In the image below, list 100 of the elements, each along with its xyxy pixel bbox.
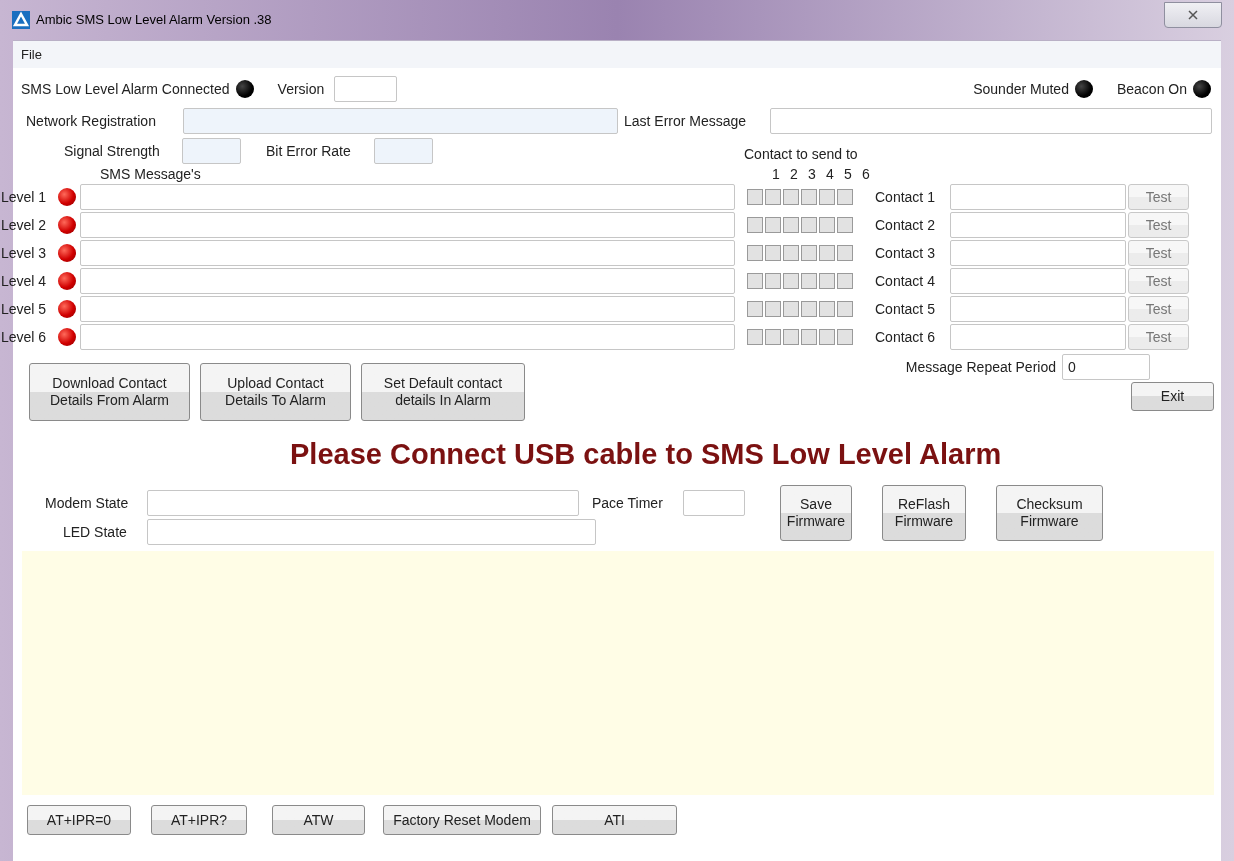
checkbox[interactable]: [819, 273, 835, 289]
level-label: Level 6: [1, 327, 48, 347]
test-button[interactable]: Test: [1128, 324, 1189, 350]
checkbox[interactable]: [747, 329, 763, 345]
checkbox[interactable]: [747, 189, 763, 205]
checkbox[interactable]: [837, 273, 853, 289]
checkbox[interactable]: [819, 301, 835, 317]
checkbox[interactable]: [801, 329, 817, 345]
bit-error-rate-field[interactable]: [374, 138, 433, 164]
checkbox[interactable]: [837, 245, 853, 261]
column-number: 4: [825, 164, 835, 184]
checkbox[interactable]: [783, 273, 799, 289]
modem-command-button[interactable]: AT+IPR?: [151, 805, 247, 835]
contact-field[interactable]: [950, 296, 1126, 322]
checkbox[interactable]: [765, 245, 781, 261]
menu-item[interactable]: File: [17, 44, 46, 65]
checkbox[interactable]: [819, 329, 835, 345]
checkbox[interactable]: [837, 189, 853, 205]
contact-field[interactable]: [950, 268, 1126, 294]
message-field[interactable]: [80, 240, 735, 266]
checkbox[interactable]: [783, 189, 799, 205]
test-button[interactable]: Test: [1128, 240, 1189, 266]
version-field[interactable]: [334, 76, 398, 102]
checkbox[interactable]: [801, 217, 817, 233]
level-label: Level 2: [1, 215, 48, 235]
checkbox[interactable]: [819, 217, 835, 233]
status-label: SMS Low Level Alarm Connected: [21, 79, 230, 99]
exit-button[interactable]: Exit: [1131, 382, 1214, 411]
status-label: Beacon On: [1116, 79, 1187, 99]
status-label: Sounder Muted: [973, 79, 1069, 99]
firmware-button[interactable]: ReFlash Firmware: [882, 485, 966, 541]
field-label: Pace Timer: [592, 493, 664, 513]
contact-label: Contact 6: [875, 327, 936, 347]
firmware-button[interactable]: Save Firmware: [780, 485, 852, 541]
checkbox[interactable]: [801, 273, 817, 289]
checkbox[interactable]: [747, 273, 763, 289]
signal-strength-field[interactable]: [182, 138, 241, 164]
level-label: Level 4: [1, 271, 48, 291]
contact-label: Contact 3: [875, 243, 936, 263]
contact-field[interactable]: [950, 324, 1126, 350]
contact-action-button[interactable]: Download Contact Details From Alarm: [29, 363, 190, 421]
test-button[interactable]: Test: [1128, 296, 1189, 322]
close-icon: [1188, 10, 1198, 20]
modem-command-button[interactable]: ATW: [272, 805, 365, 835]
contact-field[interactable]: [950, 184, 1126, 210]
checkbox[interactable]: [747, 217, 763, 233]
checkbox[interactable]: [747, 301, 763, 317]
message-field[interactable]: [80, 296, 735, 322]
field-label: Signal Strength: [64, 141, 161, 161]
checkbox[interactable]: [765, 301, 781, 317]
checkbox[interactable]: [837, 329, 853, 345]
checkbox[interactable]: [801, 245, 817, 261]
section-heading: Contact to send to: [744, 145, 858, 164]
contact-label: Contact 5: [875, 299, 936, 319]
close-button[interactable]: [1164, 2, 1222, 28]
checkbox[interactable]: [783, 329, 799, 345]
modem-command-button[interactable]: AT+IPR=0: [27, 805, 131, 835]
checkbox[interactable]: [837, 217, 853, 233]
test-button[interactable]: Test: [1128, 212, 1189, 238]
contact-field[interactable]: [950, 212, 1126, 238]
checkbox[interactable]: [783, 245, 799, 261]
level-label: Level 3: [1, 243, 48, 263]
pace-timer-field[interactable]: [683, 490, 745, 516]
message-field[interactable]: [80, 268, 735, 294]
network-registration-field[interactable]: [183, 108, 618, 134]
checkbox[interactable]: [783, 301, 799, 317]
checkbox[interactable]: [819, 245, 835, 261]
checkbox[interactable]: [819, 189, 835, 205]
message-field[interactable]: [80, 184, 735, 210]
checkbox[interactable]: [765, 273, 781, 289]
status-message-text: Please Connect USB cable to SMS Low Level Alarm: [290, 437, 1002, 471]
contact-action-button[interactable]: Upload Contact Details To Alarm: [200, 363, 351, 421]
message-field[interactable]: [80, 324, 735, 350]
checkbox[interactable]: [801, 189, 817, 205]
last-error-field[interactable]: [770, 108, 1212, 134]
repeat-period-field[interactable]: 0: [1062, 354, 1150, 380]
contact-field[interactable]: [950, 240, 1126, 266]
checkbox[interactable]: [765, 329, 781, 345]
checkbox[interactable]: [765, 217, 781, 233]
field-label: Modem State: [45, 493, 130, 513]
modem-command-button[interactable]: ATI: [552, 805, 677, 835]
contact-label: Contact 4: [875, 271, 936, 291]
checkbox[interactable]: [747, 245, 763, 261]
checkbox[interactable]: [783, 217, 799, 233]
checkbox[interactable]: [837, 301, 853, 317]
field-label: Bit Error Rate: [266, 141, 352, 161]
checkbox[interactable]: [801, 301, 817, 317]
message-field[interactable]: [80, 212, 735, 238]
modem-command-button[interactable]: Factory Reset Modem: [383, 805, 541, 835]
test-button[interactable]: Test: [1128, 268, 1189, 294]
contact-label: Contact 2: [875, 215, 936, 235]
firmware-button[interactable]: Checksum Firmware: [996, 485, 1103, 541]
column-number: 3: [807, 164, 817, 184]
app-logo-icon: [12, 11, 30, 29]
checkbox[interactable]: [765, 189, 781, 205]
test-button[interactable]: Test: [1128, 184, 1189, 210]
led-state-field[interactable]: [147, 519, 596, 545]
modem-state-field[interactable]: [147, 490, 579, 516]
level-label: Level 1: [1, 187, 48, 207]
contact-action-button[interactable]: Set Default contact details In Alarm: [361, 363, 525, 421]
